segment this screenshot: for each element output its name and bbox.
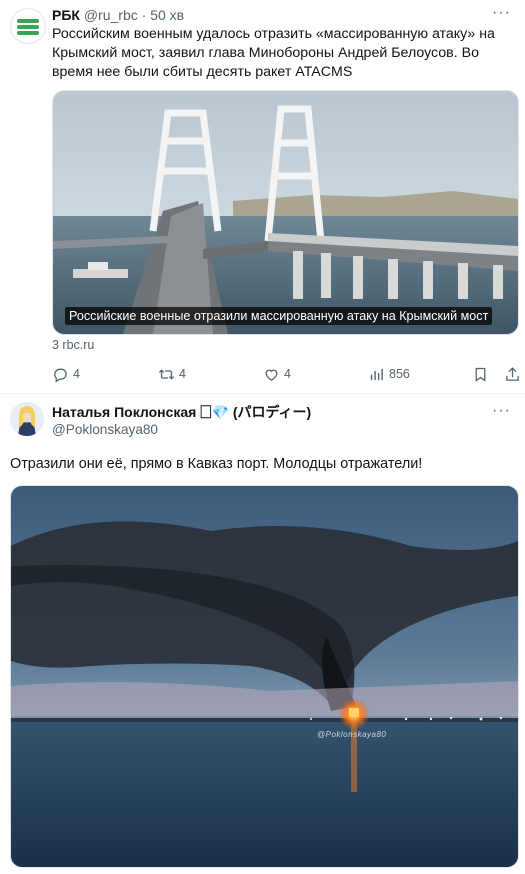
author-name[interactable]: Наталья Поклонская 🗌💎 (パロディー) (52, 404, 311, 420)
photo-watermark: @Poklonskaya80 (317, 730, 387, 739)
more-icon[interactable]: ··· (492, 402, 511, 420)
repost-icon (158, 368, 175, 380)
tweet-photo[interactable]: @Poklonskaya80 (10, 485, 519, 868)
views-count: 856 (389, 367, 410, 381)
repost-button[interactable]: 4 (158, 364, 186, 384)
rbc-avatar[interactable] (10, 8, 46, 44)
like-count: 4 (284, 367, 291, 381)
crimean-bridge-photo (53, 91, 518, 334)
author-name[interactable]: РБК (52, 7, 80, 23)
tweet-divider (0, 393, 525, 394)
link-card-image[interactable]: Российские военные отразили массированну… (52, 90, 519, 335)
link-card-caption: Российские военные отразили массированну… (65, 307, 493, 325)
reply-count: 4 (73, 367, 80, 381)
views-button[interactable]: 856 (368, 364, 410, 384)
author-handle[interactable]: @Poklonskaya80 (52, 422, 158, 437)
reply-icon (54, 368, 67, 382)
tweet-header: РБК @ru_rbc · 50 хв (52, 6, 184, 24)
action-bar: 4 4 4 856 (52, 364, 522, 384)
like-icon (265, 369, 278, 381)
reply-button[interactable]: 4 (52, 364, 80, 384)
bookmark-button[interactable] (472, 364, 489, 384)
tweet-text: Отразили они её, прямо в Кавказ порт. Мо… (10, 456, 423, 472)
more-icon[interactable]: ··· (492, 4, 511, 22)
link-domain[interactable]: 3 rbc.ru (52, 338, 94, 352)
tweet-text: Российским военным удалось отразить «мас… (52, 26, 495, 80)
views-icon (370, 368, 383, 380)
tweet-header: Наталья Поклонская 🗌💎 (パロディー) (52, 403, 311, 421)
repost-count: 4 (179, 367, 186, 381)
like-button[interactable]: 4 (263, 364, 291, 384)
share-icon (506, 366, 519, 381)
author-handle[interactable]: @ru_rbc (84, 7, 138, 23)
author-avatar[interactable] (10, 402, 44, 436)
bookmark-icon (475, 367, 486, 382)
post-time[interactable]: 50 хв (150, 7, 184, 23)
port-fire-photo (11, 486, 518, 867)
avatar-image (10, 402, 44, 436)
header-separator: · (141, 7, 147, 23)
tweet-rbc[interactable]: РБК @ru_rbc · 50 хв ··· Российским военн… (0, 0, 525, 392)
share-button[interactable] (504, 364, 521, 384)
